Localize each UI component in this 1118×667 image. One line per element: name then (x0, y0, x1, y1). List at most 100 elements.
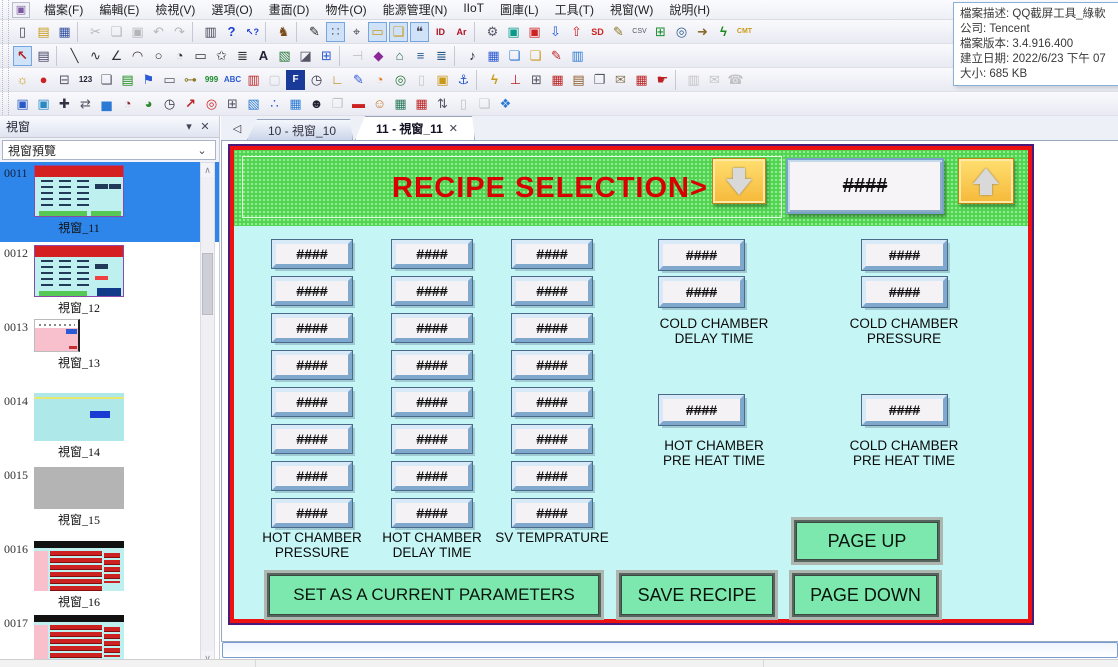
history-image-icon[interactable]: ▧ (244, 94, 263, 114)
text-tool-icon[interactable]: A (254, 46, 273, 66)
numeric-placeholder[interactable]: #### (272, 388, 352, 416)
doc-disabled-icon[interactable]: ▯ (454, 94, 473, 114)
save-recipe-button[interactable]: SAVE RECIPE (619, 573, 775, 617)
new-file-icon[interactable]: ▯ (13, 22, 32, 42)
clipboard-schedule-icon[interactable]: ▤ (569, 70, 588, 90)
panel-close-icon[interactable]: ✕ (197, 120, 213, 133)
freehand-icon[interactable]: ✎ (349, 70, 368, 90)
search-icon[interactable]: ◎ (672, 22, 691, 42)
window-list-item[interactable]: 0015 視窗_15 (0, 464, 219, 538)
sd-card-icon[interactable]: SD (588, 22, 607, 42)
hmi-screen-canvas[interactable]: RECIPE SELECTION> #### #################… (230, 146, 1032, 623)
target-icon[interactable]: ◎ (202, 94, 221, 114)
build-tools-icon[interactable]: ⚙ (483, 22, 502, 42)
grid-toggle-icon[interactable]: ∷ (326, 22, 345, 42)
offline-simulation-icon[interactable]: ▣ (525, 22, 544, 42)
user-icon[interactable]: ☺ (370, 94, 389, 114)
window-fill-icon[interactable]: ▭ (368, 22, 387, 42)
recipe-down-arrow-button[interactable] (712, 158, 766, 204)
energy-icon[interactable]: ◆ (369, 46, 388, 66)
numeric-999-icon[interactable]: 999 (202, 70, 221, 90)
menu-item[interactable]: 視窗(W) (602, 0, 661, 20)
picture-tool-icon[interactable]: ▧ (275, 46, 294, 66)
flag-chart-icon[interactable]: ⚑ (139, 70, 158, 90)
window-list-item[interactable]: 0011 視窗_11 (0, 162, 219, 242)
bezier-tool-icon[interactable]: ∿ (86, 46, 105, 66)
scatter-icon[interactable]: ∴ (265, 94, 284, 114)
mail-icon[interactable]: ✉ (611, 70, 630, 90)
bar-chart-icon[interactable]: ▅ (97, 94, 116, 114)
cut-icon[interactable]: ✂ (86, 22, 105, 42)
numeric-placeholder[interactable]: #### (862, 240, 947, 270)
facility-icon[interactable]: ⌂ (390, 46, 409, 66)
tab-window-11[interactable]: 11 - 視窗_11 ✕ (355, 116, 475, 140)
download-icon[interactable]: ⇩ (546, 22, 565, 42)
display-time-icon[interactable]: ▣ (34, 94, 53, 114)
print-disabled-icon[interactable]: ▥ (684, 70, 703, 90)
column-label[interactable]: HOT CHAMBERPRESSURE (242, 530, 382, 560)
column-label[interactable]: HOT CHAMBERDELAY TIME (362, 530, 502, 560)
menu-item[interactable]: 圖庫(L) (492, 0, 547, 20)
pipe-tool-icon[interactable]: ⊣ (348, 46, 367, 66)
slider-object-icon[interactable]: ⊟ (55, 70, 74, 90)
column-label[interactable]: SV TEMPRATURE (482, 530, 622, 545)
numeric-placeholder[interactable]: #### (272, 277, 352, 305)
ascii-abc-icon[interactable]: ABC (223, 70, 242, 90)
sound-icon[interactable]: ♪ (463, 46, 482, 66)
demand-list-icon[interactable]: ≡ (411, 46, 430, 66)
macro-icon[interactable]: ✎ (547, 46, 566, 66)
set-current-parameters-button[interactable]: SET AS A CURRENT PARAMETERS (267, 573, 601, 617)
arc-tool-icon[interactable]: ◠ (128, 46, 147, 66)
numeric-placeholder[interactable]: #### (392, 240, 472, 268)
rebuild-icon[interactable]: ϟ (714, 22, 733, 42)
energy-demand-icon[interactable]: ϟ (485, 70, 504, 90)
numeric-placeholder[interactable]: #### (512, 462, 592, 490)
horizontal-scrollbar[interactable] (222, 642, 1118, 658)
column-label[interactable]: COLD CHAMBERPRESSURE (824, 316, 984, 346)
ruler-icon[interactable]: ⊥ (506, 70, 525, 90)
numeric-placeholder[interactable]: #### (272, 425, 352, 453)
demand-list2-icon[interactable]: ≣ (432, 46, 451, 66)
copy-icon[interactable]: ❏ (107, 22, 126, 42)
undo-icon[interactable]: ↶ (149, 22, 168, 42)
menu-item[interactable]: 檢視(V) (147, 0, 203, 20)
recipe-up-arrow-button[interactable] (958, 158, 1014, 204)
layered-object-icon[interactable]: ❏ (97, 70, 116, 90)
scroll-up-icon[interactable]: ∧ (201, 163, 214, 177)
comment-toggle-icon[interactable]: ❝ (410, 22, 429, 42)
window-list-item[interactable]: 0014 視窗_14 (0, 390, 219, 464)
numeric-placeholder[interactable]: #### (659, 395, 744, 425)
grid-display-icon[interactable]: ▦ (286, 94, 305, 114)
upload-icon[interactable]: ⇧ (567, 22, 586, 42)
csv-icon[interactable]: CSV (630, 22, 649, 42)
window-list-item[interactable]: 0016 視窗_16 (0, 538, 219, 612)
note-object-icon[interactable]: ▭ (160, 70, 179, 90)
numeric-placeholder[interactable]: #### (272, 499, 352, 527)
menu-item[interactable]: 選項(O) (203, 0, 260, 20)
tab-scroll-left-icon[interactable]: ◁ (229, 121, 245, 137)
toolbar-grip[interactable] (2, 68, 9, 91)
scrollbar-thumb[interactable] (202, 253, 213, 315)
numeric-placeholder[interactable]: #### (512, 425, 592, 453)
circle-tool-icon[interactable]: ○ (149, 46, 168, 66)
calendar-add-icon[interactable]: ▦ (548, 70, 567, 90)
data-transfer-icon[interactable]: ⇅ (433, 94, 452, 114)
numeric-placeholder[interactable]: #### (512, 388, 592, 416)
column-label[interactable]: HOT CHAMBERPRE HEAT TIME (634, 438, 794, 468)
folder-object-icon[interactable]: ▤ (118, 70, 137, 90)
key-object-icon[interactable]: ⊶ (181, 70, 200, 90)
tab-window-10[interactable]: 10 - 視窗_10 (247, 119, 353, 140)
scale-tool-icon[interactable]: ≣ (233, 46, 252, 66)
numeric-placeholder[interactable]: #### (862, 277, 947, 307)
paste-icon[interactable]: ▣ (128, 22, 147, 42)
numeric-placeholder[interactable]: #### (862, 395, 947, 425)
clock-object-icon[interactable]: ◷ (307, 70, 326, 90)
file-view-icon[interactable]: ▯ (412, 70, 431, 90)
window-preview-dropdown[interactable]: 視窗預覽 ⌄ (2, 140, 216, 160)
find-address-icon[interactable]: ♞ (274, 22, 293, 42)
move-object-icon[interactable]: ✚ (55, 94, 74, 114)
phone-disabled-icon[interactable]: ☎ (726, 70, 745, 90)
calendar-grid-icon[interactable]: ▦ (632, 70, 651, 90)
window-list-item[interactable]: 0012 視窗_12 (0, 242, 219, 316)
toolbar-grip[interactable] (2, 0, 9, 19)
